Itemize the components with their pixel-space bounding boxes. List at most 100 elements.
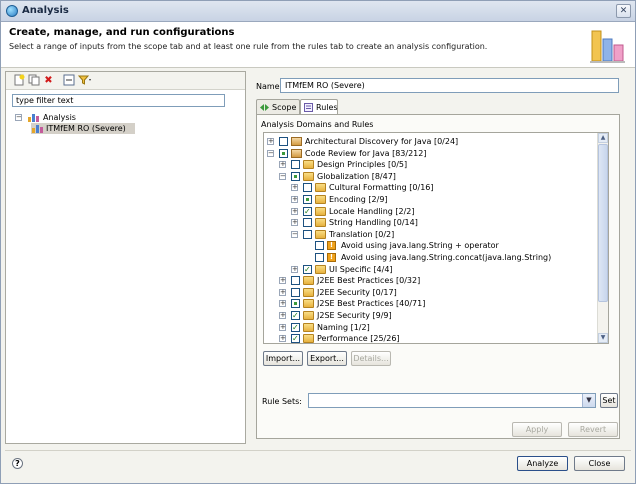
rule-checkbox[interactable] — [291, 160, 300, 170]
rulesets-label: Rule Sets: — [262, 397, 302, 406]
scroll-down-icon[interactable]: ▼ — [598, 333, 608, 343]
rule-checkbox[interactable] — [303, 218, 312, 228]
expand-icon[interactable]: + — [279, 277, 286, 285]
rule-row[interactable]: + J2SE Security [9/9] — [264, 310, 594, 321]
expand-icon[interactable]: + — [267, 138, 274, 145]
expand-icon[interactable]: + — [291, 196, 298, 203]
expand-icon[interactable]: + — [291, 265, 298, 273]
wizard-banner-icon — [590, 30, 625, 63]
rulesets-combo[interactable]: ▼ — [308, 393, 596, 408]
title-bar: Analysis ✕ — [1, 1, 635, 22]
rule-row[interactable]: − Globalization [8/47] — [264, 171, 594, 182]
rule-row[interactable]: + Locale Handling [2/2] — [264, 206, 594, 217]
rule-row[interactable]: ! Avoid using java.lang.String + operator — [264, 240, 594, 251]
rule-row[interactable]: + J2SE Best Practices [40/71] — [264, 298, 594, 309]
duplicate-icon[interactable] — [27, 74, 40, 87]
name-label: Name: — [256, 82, 283, 91]
folder-icon — [303, 334, 314, 343]
rule-checkbox[interactable] — [291, 299, 300, 309]
apply-button[interactable]: Apply — [512, 422, 562, 437]
close-icon[interactable]: ✕ — [616, 4, 631, 18]
new-configuration-icon[interactable] — [12, 74, 25, 87]
chevron-down-icon[interactable]: ▼ — [582, 394, 595, 407]
expand-icon[interactable]: + — [279, 288, 286, 296]
rule-checkbox[interactable] — [279, 148, 288, 158]
rule-row[interactable]: + J2EE Security [0/17] — [264, 287, 594, 298]
revert-button[interactable]: Revert — [568, 422, 618, 437]
filter-input[interactable]: type filter text — [12, 94, 225, 107]
rule-label: Cultural Formatting [0/16] — [329, 183, 434, 193]
set-button[interactable]: Set — [600, 393, 618, 408]
scroll-up-icon[interactable]: ▲ — [598, 133, 608, 143]
expand-icon[interactable]: + — [279, 335, 286, 343]
rule-checkbox[interactable] — [291, 287, 300, 297]
rule-checkbox[interactable] — [291, 322, 300, 333]
expand-icon[interactable]: + — [279, 300, 286, 308]
rule-label: J2SE Security [9/9] — [317, 311, 392, 320]
scroll-thumb[interactable] — [598, 144, 608, 302]
rule-row[interactable]: + UI Specific [4/4] — [264, 264, 594, 275]
rule-checkbox[interactable] — [303, 183, 312, 193]
details-button[interactable]: Details... — [351, 351, 391, 366]
expand-icon[interactable]: + — [279, 312, 286, 319]
rule-row[interactable]: + String Handling [0/14] — [264, 217, 594, 228]
delete-icon[interactable]: ✖ — [42, 74, 55, 87]
rules-tree[interactable]: + Performance [25/26] + Naming [1/2] + J2SE S… — [263, 132, 609, 344]
rule-checkbox[interactable] — [291, 276, 300, 286]
rule-checkbox[interactable] — [303, 229, 312, 239]
folder-icon — [303, 311, 314, 320]
help-icon[interactable]: ? — [12, 458, 23, 469]
collapse-icon[interactable]: − — [15, 114, 22, 121]
rule-row[interactable]: + Architectural Discovery for Java [0/24] — [264, 136, 594, 147]
tree-item-label: Analysis — [43, 113, 76, 122]
rule-checkbox[interactable] — [303, 206, 312, 217]
tree-item-configuration[interactable]: ITMfEM RO (Severe) — [31, 123, 135, 134]
rule-checkbox[interactable] — [291, 310, 300, 321]
folder-icon — [303, 287, 314, 297]
rule-label: Naming [1/2] — [317, 322, 370, 332]
rule-label: Locale Handling [2/2] — [329, 206, 415, 216]
app-icon — [6, 5, 18, 17]
rule-row[interactable]: ! Avoid using java.lang.String.concat(jav… — [264, 252, 594, 263]
rule-row[interactable]: − Code Review for Java [83/212] — [264, 148, 594, 159]
rule-row[interactable]: + Design Principles [0/5] — [264, 159, 594, 170]
analyze-button[interactable]: Analyze — [517, 456, 568, 471]
configuration-editor: Name: ITMfEM RO (Severe) Scope Rules Ana… — [249, 71, 631, 444]
configuration-icon — [32, 125, 43, 133]
window-title: Analysis — [22, 5, 69, 16]
tab-scope[interactable]: Scope — [256, 99, 300, 115]
rule-checkbox[interactable] — [315, 241, 324, 251]
name-field[interactable]: ITMfEM RO (Severe) — [280, 78, 619, 93]
expand-icon[interactable]: + — [291, 219, 298, 227]
rule-checkbox[interactable] — [291, 333, 300, 343]
rule-checkbox[interactable] — [315, 253, 324, 262]
rule-checkbox[interactable] — [279, 137, 288, 146]
collapse-icon[interactable]: − — [267, 149, 274, 157]
expand-icon[interactable]: + — [279, 323, 286, 331]
rule-checkbox[interactable] — [303, 195, 312, 204]
expand-icon[interactable]: + — [291, 207, 298, 215]
collapse-icon[interactable]: − — [291, 230, 298, 238]
footer-separator — [5, 450, 631, 451]
export-button[interactable]: Export... — [307, 351, 347, 366]
vertical-scrollbar[interactable]: ▲ ▼ — [597, 133, 608, 343]
rule-row[interactable]: + Naming [1/2] — [264, 322, 594, 333]
group-label: Analysis Domains and Rules — [261, 120, 374, 129]
collapse-icon[interactable]: − — [279, 172, 286, 180]
folder-icon — [315, 195, 326, 204]
configuration-toolbar: ✖ — [6, 72, 245, 90]
rule-row[interactable]: + J2EE Best Practices [0/32] — [264, 275, 594, 286]
rule-checkbox[interactable] — [291, 171, 300, 181]
rule-row[interactable]: − Translation [0/2] — [264, 229, 594, 240]
rule-row[interactable]: + Cultural Formatting [0/16] — [264, 182, 594, 193]
import-button[interactable]: Import... — [263, 351, 303, 366]
rule-row[interactable]: + Encoding [2/9] — [264, 194, 594, 205]
close-button[interactable]: Close — [574, 456, 625, 471]
rule-row[interactable]: + Performance [25/26] — [264, 333, 594, 343]
expand-icon[interactable]: + — [279, 161, 286, 169]
header-title: Create, manage, and run configurations — [9, 27, 235, 38]
rule-checkbox[interactable] — [303, 264, 312, 275]
expand-icon[interactable]: + — [291, 184, 298, 192]
filter-icon[interactable] — [77, 74, 91, 87]
collapse-all-icon[interactable] — [62, 74, 75, 87]
